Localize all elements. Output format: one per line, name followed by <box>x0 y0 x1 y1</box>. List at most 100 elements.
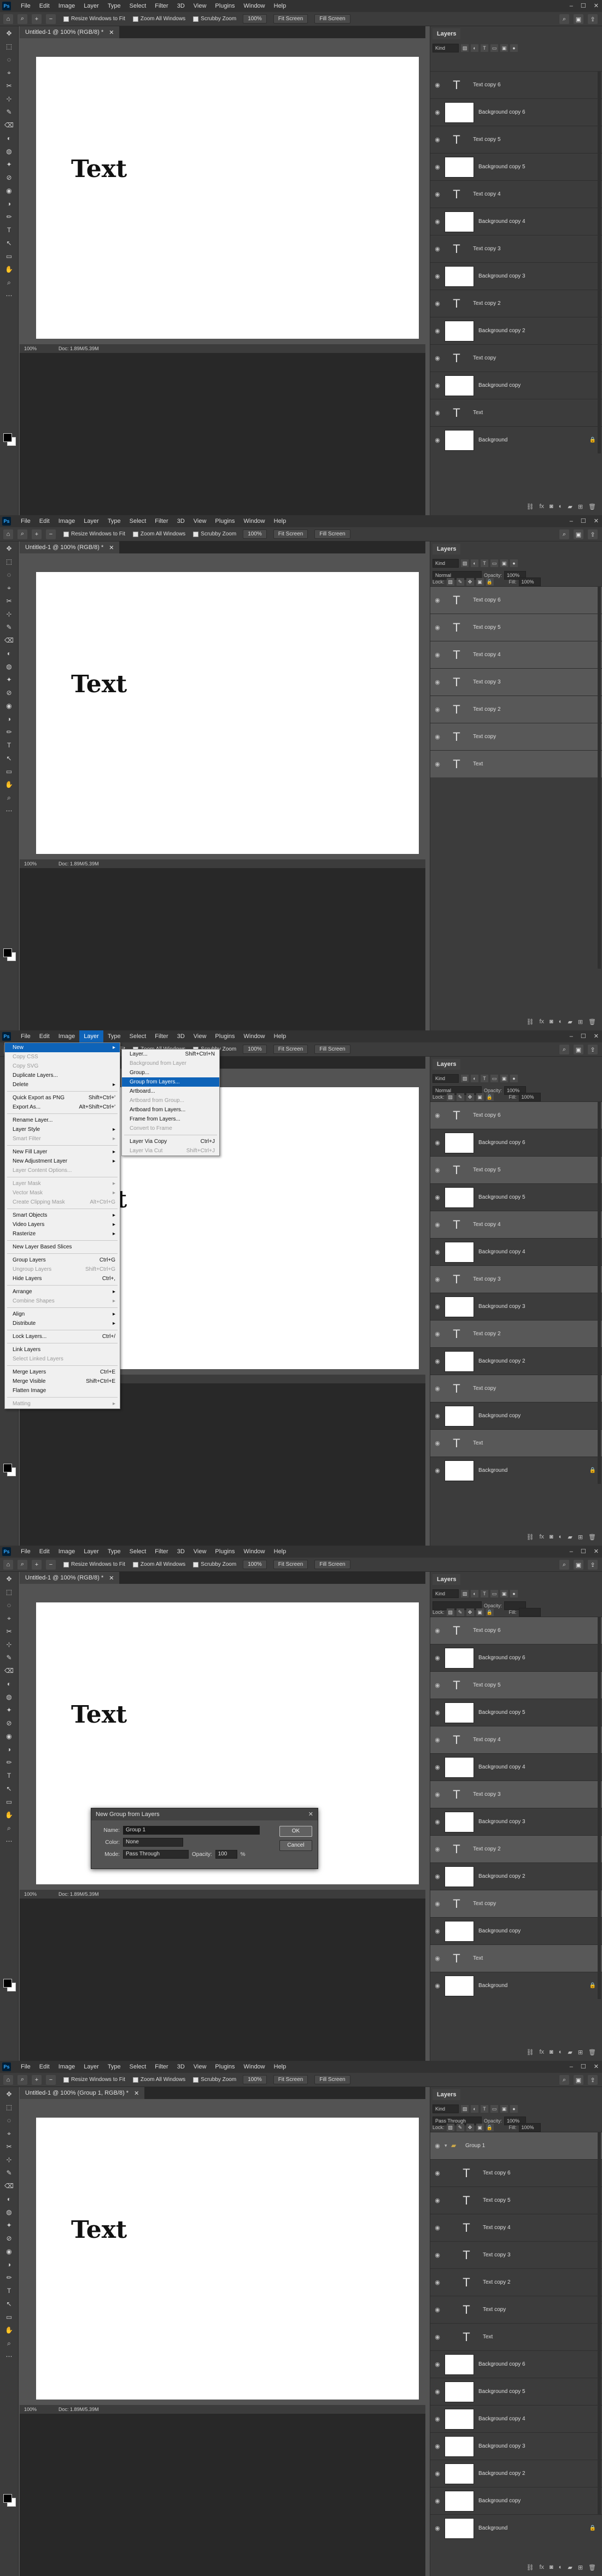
eye-icon[interactable]: ◉ <box>430 1627 445 1634</box>
scrubby-zoom-checkbox[interactable]: Scrubby Zoom <box>193 1561 236 1567</box>
tool-icon-14[interactable]: ◑ <box>3 713 15 725</box>
fill-screen-button[interactable]: Fill Screen <box>314 14 350 23</box>
eye-icon[interactable]: ◉ <box>430 1927 445 1935</box>
eye-icon[interactable]: ◉ <box>430 2170 445 2177</box>
menu-help[interactable]: Help <box>270 2061 291 2073</box>
tool-icon-9[interactable]: ◐ <box>3 132 15 144</box>
zoom-out-icon[interactable]: − <box>46 2074 56 2085</box>
menu-plugins[interactable]: Plugins <box>211 1030 239 1042</box>
zoom-all-windows-checkbox[interactable]: Zoom All Windows <box>132 531 185 537</box>
foreground-color-swatch[interactable] <box>3 1979 12 1988</box>
menu-3d[interactable]: 3D <box>173 1546 189 1558</box>
layer-row[interactable]: ◉ T Text copy 6 <box>430 2159 602 2186</box>
photoshop-logo-icon[interactable]: Ps <box>2 2 11 10</box>
menu-filter[interactable]: Filter <box>150 515 172 527</box>
tool-icon-10[interactable]: ◍ <box>3 2206 15 2218</box>
layer-row[interactable]: ◉ T Text copy 2 <box>430 1320 602 1347</box>
close-icon[interactable]: ✕ <box>594 0 599 12</box>
eye-icon[interactable]: ◉ <box>430 2443 445 2450</box>
layer-row[interactable]: ◉ Background copy 3 <box>430 262 602 290</box>
fill-input[interactable] <box>518 1608 541 1617</box>
menu-file[interactable]: File <box>16 2061 35 2073</box>
zoom-level[interactable]: 100% <box>24 346 37 351</box>
tool-icon-5[interactable]: ✂ <box>3 2141 15 2153</box>
tool-icon-5[interactable]: ✂ <box>3 80 15 92</box>
fx-icon[interactable]: fx <box>539 2564 544 2574</box>
layer-row[interactable]: ◉ T Text copy <box>430 1890 602 1917</box>
checkbox-box[interactable] <box>193 16 199 22</box>
tool-icon-8[interactable]: ⌫ <box>3 1665 15 1677</box>
fit-screen-button[interactable]: Fit Screen <box>273 2075 308 2084</box>
scrubby-zoom-checkbox[interactable]: Scrubby Zoom <box>193 2077 236 2083</box>
close-icon[interactable]: ✕ <box>594 1546 599 1558</box>
workspace-icon[interactable]: ▣ <box>574 1045 583 1054</box>
zoom-in-icon[interactable]: + <box>32 2074 42 2085</box>
eye-icon[interactable]: ◉ <box>430 2224 445 2231</box>
layer-row[interactable]: ◉ T Text <box>430 750 602 777</box>
tool-icon-11[interactable]: ✦ <box>3 1704 15 1716</box>
menu-plugins[interactable]: Plugins <box>211 1546 239 1558</box>
menu-help[interactable]: Help <box>270 0 291 12</box>
lock-artboard-icon[interactable]: ▣ <box>476 1608 484 1616</box>
tool-icon-4[interactable]: ⌖ <box>3 67 15 79</box>
minimize-icon[interactable]: – <box>570 1546 573 1558</box>
tool-icon-3[interactable]: ◌ <box>3 569 15 581</box>
ok-button[interactable]: OK <box>279 1826 312 1837</box>
lock-artboard-icon[interactable]: ▣ <box>476 578 484 586</box>
tool-icon-2[interactable]: ⬚ <box>3 2101 15 2113</box>
layer-row[interactable]: ◉ Background copy 2 <box>430 1347 602 1375</box>
maximize-icon[interactable]: ☐ <box>581 1030 586 1042</box>
layer-row[interactable]: ◉ T Text copy 3 <box>430 235 602 262</box>
zoom-in-icon[interactable]: + <box>32 1559 42 1570</box>
menu-item[interactable]: Merge Visible Shift+Ctrl+E <box>5 1377 120 1386</box>
close-icon[interactable]: ✕ <box>594 1030 599 1042</box>
tool-icon-18[interactable]: ▭ <box>3 765 15 777</box>
eye-icon[interactable]: ◉ <box>430 1467 445 1474</box>
filter-adjust-icon[interactable]: ◐ <box>471 44 478 52</box>
menu-select[interactable]: Select <box>125 0 151 12</box>
menu-image[interactable]: Image <box>54 2061 80 2073</box>
layer-row[interactable]: ◉ Background copy <box>430 1917 602 1944</box>
tool-icon-17[interactable]: ↖ <box>3 1783 15 1795</box>
eye-icon[interactable]: ◉ <box>430 81 445 89</box>
checkbox-box[interactable] <box>132 531 138 537</box>
new-group-icon[interactable]: ▰ <box>568 1534 572 1543</box>
tool-icon-15[interactable]: ✏ <box>3 1756 15 1769</box>
canvas[interactable]: Text <box>36 2118 419 2400</box>
zoom-out-icon[interactable]: − <box>46 14 56 24</box>
menu-item[interactable]: Hide Layers Ctrl+, <box>5 1274 120 1283</box>
layer-row[interactable]: ◉ T Text copy 5 <box>430 1671 602 1699</box>
layer-row[interactable]: ◉ Background copy 5 <box>430 2378 602 2405</box>
tool-icon-1[interactable]: ✥ <box>3 543 15 555</box>
filter-smart-icon[interactable]: ▣ <box>500 44 508 52</box>
zoom-out-icon[interactable]: − <box>46 1559 56 1570</box>
close-icon[interactable]: ✕ <box>308 1808 313 1820</box>
lock-pixels-icon[interactable]: ✎ <box>456 1093 464 1101</box>
trash-icon[interactable]: 🗑 <box>588 503 596 513</box>
layer-row[interactable]: ◉ T Text copy 3 <box>430 668 602 695</box>
fx-icon[interactable]: fx <box>539 2049 544 2059</box>
submenu-item[interactable]: Artboard from Layers... <box>122 1105 219 1115</box>
tool-icon-1[interactable]: ✥ <box>3 2088 15 2100</box>
zoom-in-icon[interactable]: + <box>32 14 42 24</box>
menu-view[interactable]: View <box>189 1546 211 1558</box>
eye-icon[interactable]: ◉ <box>430 382 445 389</box>
filter-adjust-icon[interactable]: ◐ <box>471 559 478 567</box>
menu-item[interactable]: New ▸ <box>5 1043 120 1052</box>
fill-screen-button[interactable]: Fill Screen <box>314 1045 350 1054</box>
eye-icon[interactable]: ◉ <box>430 2470 445 2477</box>
maximize-icon[interactable]: ☐ <box>581 0 586 12</box>
tool-icon-21[interactable]: ⋯ <box>3 805 15 817</box>
new-layer-icon[interactable]: ⊞ <box>578 1018 583 1028</box>
layer-row[interactable]: ◉ T Text copy 2 <box>430 1835 602 1862</box>
fit-screen-button[interactable]: Fit Screen <box>273 1045 308 1054</box>
layer-row[interactable]: ◉ ▾ ▰ Group 1 <box>430 2132 602 2159</box>
menu-layer[interactable]: Layer <box>79 1546 103 1558</box>
menu-window[interactable]: Window <box>239 1030 270 1042</box>
layer-row[interactable]: ◉ Background copy 5 <box>430 1699 602 1726</box>
menu-view[interactable]: View <box>189 515 211 527</box>
tool-icon-19[interactable]: ✋ <box>3 263 15 275</box>
eye-icon[interactable]: ◉ <box>430 1412 445 1419</box>
lock-artboard-icon[interactable]: ▣ <box>476 2124 484 2131</box>
kind-filter-select[interactable]: Kind <box>432 1074 459 1083</box>
